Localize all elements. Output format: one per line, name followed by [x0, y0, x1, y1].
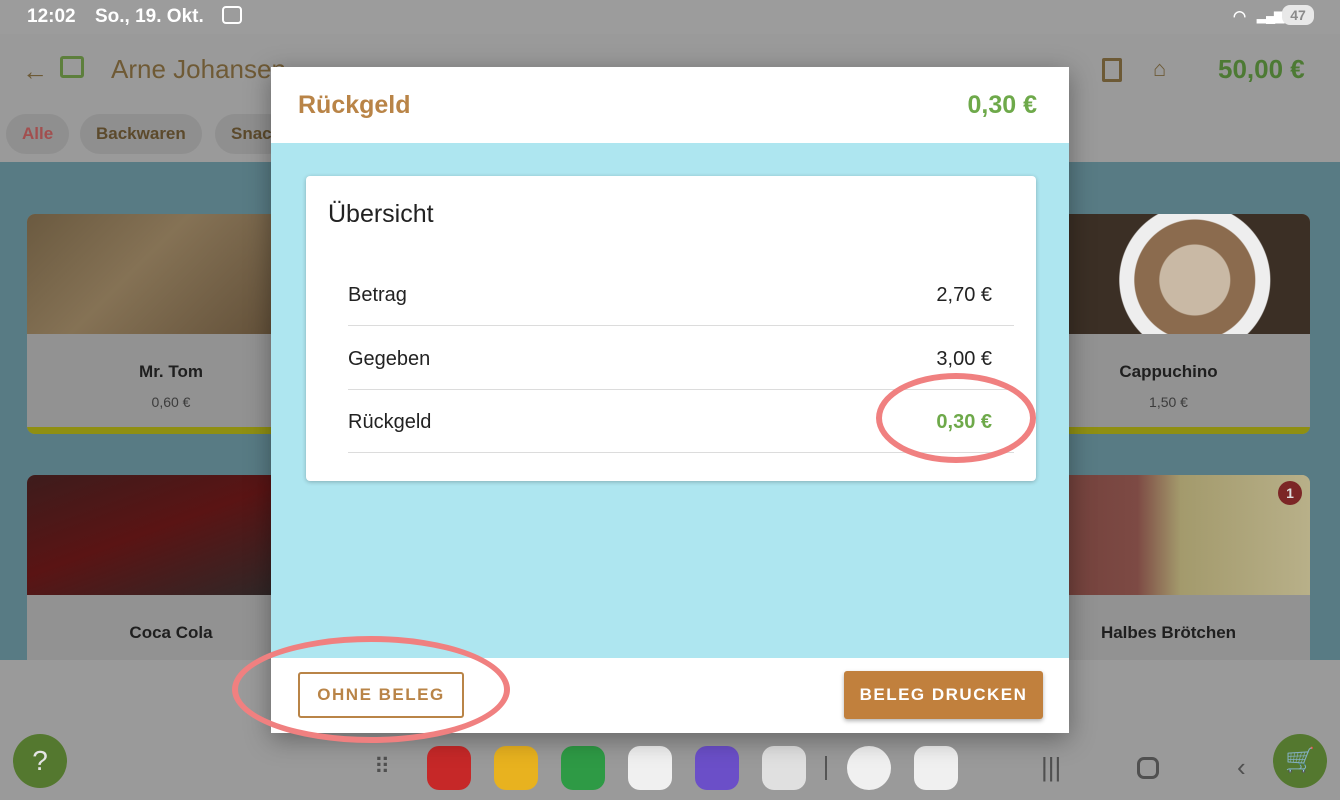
- annotation-circle-no-receipt: [232, 636, 510, 743]
- play-store-app-icon[interactable]: [914, 746, 958, 790]
- messages-app-icon[interactable]: [628, 746, 672, 790]
- category-chip-backwaren[interactable]: Backwaren: [80, 114, 202, 154]
- battery-indicator: 47: [1282, 5, 1314, 25]
- nav-back-icon[interactable]: ‹: [1237, 752, 1246, 783]
- row-label: Rückgeld: [348, 411, 432, 433]
- dialog-change-amount: 0,30 €: [967, 91, 1037, 119]
- row-label: Betrag: [348, 284, 407, 306]
- status-bar: 12:02 So., 19. Okt. ◠ ▂▄▆ 47: [0, 0, 1340, 34]
- status-time: 12:02: [27, 6, 76, 27]
- help-button[interactable]: ?: [13, 734, 67, 788]
- row-label: Gegeben: [348, 348, 431, 370]
- annotation-circle-change: [876, 373, 1036, 463]
- camera-app-icon[interactable]: [762, 746, 806, 790]
- dialog-title: Rückgeld: [298, 91, 411, 119]
- row-value: 2,70 €: [936, 284, 992, 306]
- cash-register-icon: [60, 56, 84, 78]
- basket-icon[interactable]: ⌂: [1153, 56, 1166, 82]
- dock-divider: [825, 756, 827, 780]
- phone-app-icon[interactable]: [561, 746, 605, 790]
- overview-title: Übersicht: [328, 200, 434, 228]
- signal-icon: ▂▄▆: [1257, 8, 1284, 23]
- cart-total: 50,00 €: [1218, 54, 1305, 84]
- recent-apps-icon[interactable]: |||: [1041, 752, 1061, 783]
- chrome-app-icon[interactable]: [847, 746, 891, 790]
- row-value: 3,00 €: [936, 348, 992, 370]
- files-app-icon[interactable]: [494, 746, 538, 790]
- browser-app-icon[interactable]: [695, 746, 739, 790]
- home-icon[interactable]: [1137, 757, 1159, 779]
- screenshot-icon: [222, 6, 242, 24]
- cart-fab-icon[interactable]: 🛒: [1273, 734, 1327, 788]
- wifi-icon: ◠: [1233, 8, 1247, 25]
- app-drawer-icon[interactable]: ⠿: [374, 754, 390, 780]
- receipt-icon[interactable]: [1102, 58, 1122, 82]
- notes-app-icon[interactable]: [427, 746, 471, 790]
- print-receipt-button[interactable]: BELEG DRUCKEN: [844, 671, 1043, 719]
- overview-row-amount: Betrag 2,70 €: [348, 262, 1014, 326]
- status-date: So., 19. Okt.: [95, 6, 204, 27]
- back-arrow-icon[interactable]: ←: [22, 56, 48, 87]
- dialog-header: Rückgeld 0,30 €: [271, 67, 1069, 143]
- customer-name: Arne Johansen: [111, 54, 286, 84]
- category-chip-alle[interactable]: Alle: [6, 114, 70, 154]
- cart-quantity-badge: 1: [1278, 481, 1302, 505]
